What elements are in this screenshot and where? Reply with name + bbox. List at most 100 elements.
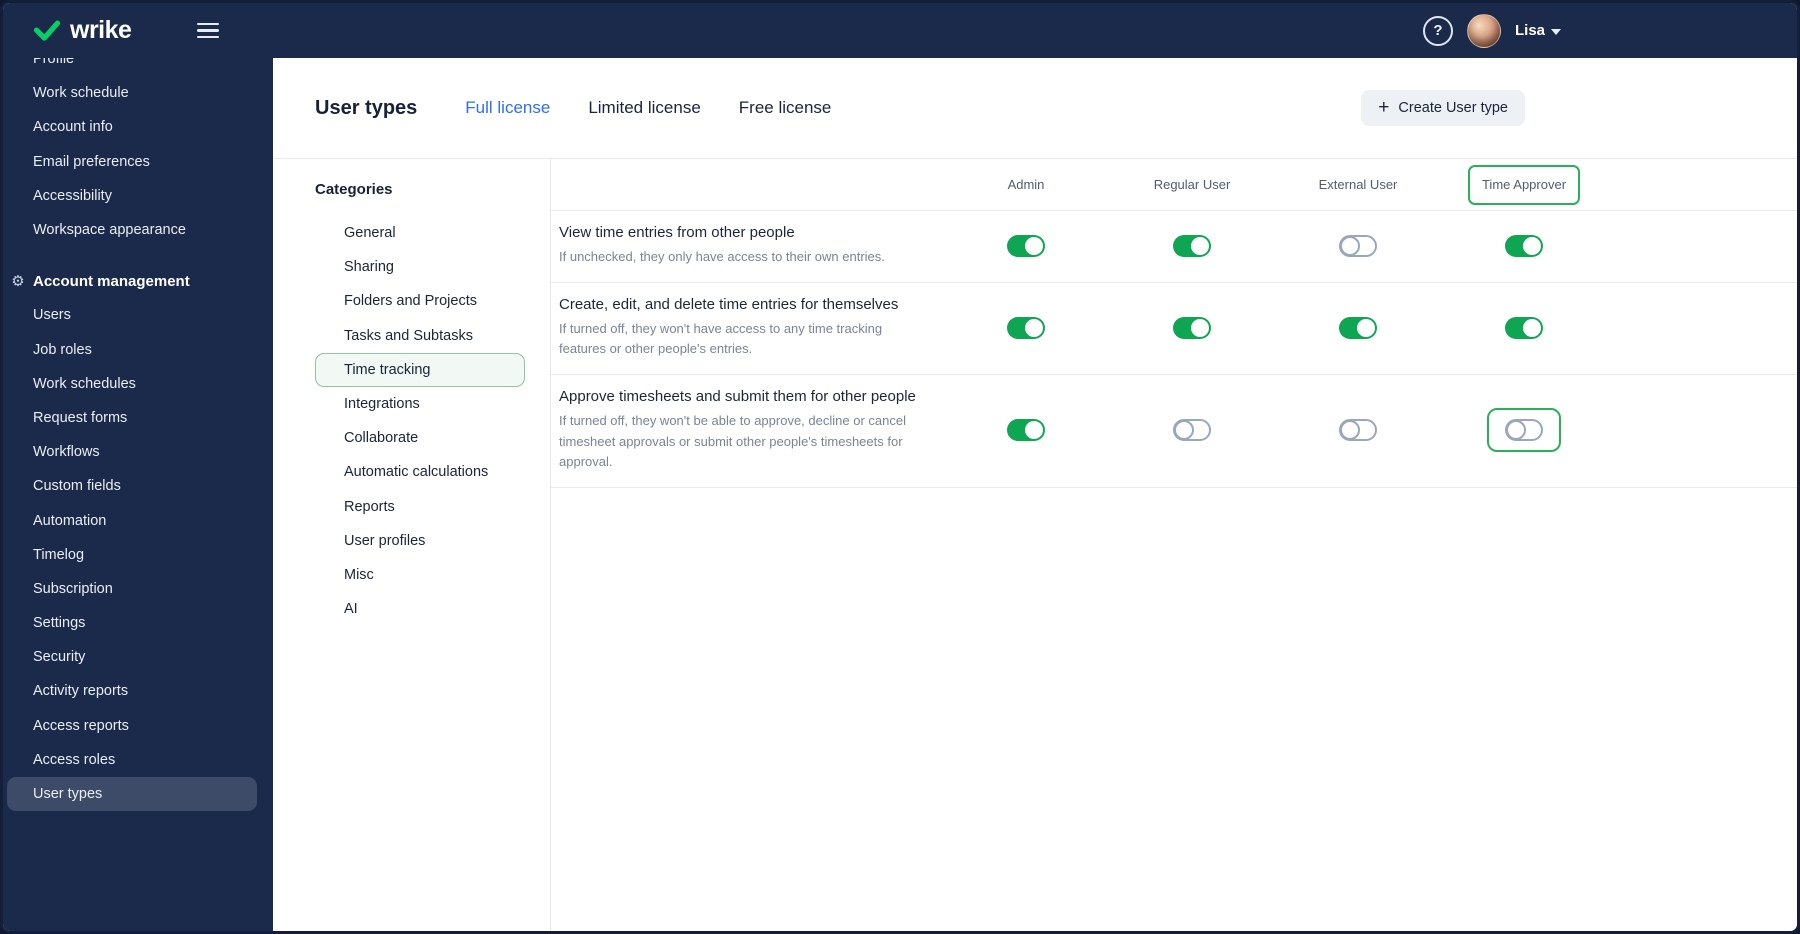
sidebar-item-users[interactable]: Users	[3, 298, 273, 332]
toggle-cell-time-approver	[1441, 408, 1607, 453]
sidebar-item-user-types[interactable]: User types	[7, 776, 257, 812]
sidebar-item-subscription[interactable]: Subscription	[3, 572, 273, 606]
help-icon[interactable]: ?	[1422, 15, 1453, 46]
sidebar-item-workflows[interactable]: Workflows	[3, 435, 273, 469]
top-bar: wrike ? Lisa	[3, 3, 1797, 58]
toggle-cell-admin	[943, 316, 1109, 339]
toggle-cell-regular-user	[1109, 419, 1275, 442]
create-user-type-button[interactable]: + Create User type	[1361, 90, 1525, 126]
sidebar-item-settings[interactable]: Settings	[3, 606, 273, 640]
column-label-external-user: External User	[1318, 177, 1398, 192]
toggle-knob	[1523, 318, 1541, 337]
category-item-sharing[interactable]: Sharing	[315, 250, 525, 284]
header-cell-admin: Admin	[943, 177, 1109, 192]
category-item-time-tracking[interactable]: Time tracking	[315, 352, 525, 387]
toggle-knob	[1025, 318, 1043, 337]
sidebar-item-accessibility[interactable]: Accessibility	[3, 179, 273, 213]
sidebar-item-work-schedules[interactable]: Work schedules	[3, 367, 273, 401]
permission-text: View time entries from other people If un…	[551, 224, 943, 267]
sidebar-item-timelog[interactable]: Timelog	[3, 538, 273, 572]
gear-icon: ⚙	[11, 273, 25, 291]
permission-row-create-edit-and-delete-time-en: Create, edit, and delete time entries fo…	[551, 283, 1797, 376]
sidebar-item-workspace-appearance[interactable]: Workspace appearance	[3, 213, 273, 247]
category-item-collaborate[interactable]: Collaborate	[315, 421, 525, 455]
title-row: User types Full license Limited license Fr…	[273, 58, 1797, 158]
sidebar-item-access-roles[interactable]: Access roles	[3, 743, 273, 777]
highlighted-column-box: Time Approver	[1467, 164, 1581, 205]
toggle-off[interactable]	[1339, 419, 1377, 442]
category-item-reports[interactable]: Reports	[315, 490, 525, 524]
toggle-knob	[1025, 421, 1043, 440]
sidebar-section-label: Account management	[33, 272, 190, 290]
toggle-on[interactable]	[1505, 316, 1543, 339]
toggle-cell-admin	[943, 419, 1109, 442]
sidebar-item-custom-fields[interactable]: Custom fields	[3, 469, 273, 503]
category-item-misc[interactable]: Misc	[315, 558, 525, 592]
permission-description: If turned off, they won't have access to…	[559, 321, 883, 357]
category-item-integrations[interactable]: Integrations	[315, 387, 525, 421]
toggle-knob	[1174, 420, 1194, 441]
header-cell-external-user: External User	[1275, 177, 1441, 192]
column-label-admin: Admin	[1007, 177, 1045, 192]
toggle-on[interactable]	[1173, 234, 1211, 257]
toggle-on[interactable]	[1505, 234, 1543, 257]
toggle-knob	[1191, 318, 1209, 337]
toggle-on[interactable]	[1007, 234, 1045, 257]
menu-icon[interactable]	[197, 22, 220, 39]
avatar[interactable]	[1466, 13, 1501, 48]
category-item-tasks-and-subtasks[interactable]: Tasks and Subtasks	[315, 319, 525, 353]
toggle-on[interactable]	[1173, 316, 1211, 339]
categories-panel: Categories General Sharing Folders and Pro…	[273, 159, 551, 931]
toggle-on[interactable]	[1007, 419, 1045, 442]
sidebar-item-job-roles[interactable]: Job roles	[3, 333, 273, 367]
tab-free-license[interactable]: Free license	[739, 98, 832, 118]
sidebar-section-account-management: ⚙ Account management	[3, 264, 273, 298]
license-tabs: Full license Limited license Free license	[465, 98, 831, 118]
chevron-down-icon	[1551, 28, 1561, 35]
app-window: wrike ? Lisa Profile Work schedule Account…	[0, 0, 1800, 934]
categories-list: General Sharing Folders and Projects Tasks …	[273, 216, 550, 626]
category-item-automatic-calculations[interactable]: Automatic calculations	[315, 455, 525, 489]
permission-title: Create, edit, and delete time entries fo…	[559, 296, 899, 314]
tab-limited-license[interactable]: Limited license	[588, 98, 700, 118]
category-item-folders-and-projects[interactable]: Folders and Projects	[315, 284, 525, 318]
user-menu[interactable]: Lisa	[1515, 22, 1561, 39]
tab-full-license[interactable]: Full license	[465, 98, 550, 118]
toggle-knob	[1025, 236, 1043, 255]
toggle-cell-regular-user	[1109, 316, 1275, 339]
sidebar-item-activity-reports[interactable]: Activity reports	[3, 674, 273, 708]
sidebar-item-access-reports[interactable]: Access reports	[3, 709, 273, 743]
permission-row-view-time-entries-from-other-p: View time entries from other people If un…	[551, 211, 1797, 284]
sidebar-item-work-schedule[interactable]: Work schedule	[3, 76, 273, 110]
toggle-cell-external-user	[1275, 316, 1441, 339]
category-item-user-profiles[interactable]: User profiles	[315, 524, 525, 558]
toggle-on[interactable]	[1339, 316, 1377, 339]
toggle-knob	[1506, 420, 1526, 441]
sidebar-item-automation[interactable]: Automation	[3, 503, 273, 537]
category-item-ai[interactable]: AI	[315, 592, 525, 626]
toggle-cell-time-approver	[1441, 234, 1607, 257]
toggle-off[interactable]	[1505, 419, 1543, 442]
wrike-check-icon	[33, 17, 61, 45]
table-header: Admin Regular User External User Time Appro…	[551, 159, 1797, 211]
permission-description: If unchecked, they only have access to t…	[559, 249, 885, 264]
toggle-on[interactable]	[1007, 316, 1045, 339]
toggle-knob	[1340, 235, 1360, 256]
toggle-knob	[1340, 420, 1360, 441]
sidebar-item-request-forms[interactable]: Request forms	[3, 401, 273, 435]
user-name: Lisa	[1514, 22, 1545, 39]
sidebar-item-profile[interactable]: Profile	[3, 58, 273, 76]
sidebar-item-email-preferences[interactable]: Email preferences	[3, 145, 273, 179]
permission-title: View time entries from other people	[559, 224, 795, 241]
sidebar-item-account-info[interactable]: Account info	[3, 110, 273, 144]
permission-title: Approve timesheets and submit them for o…	[559, 388, 916, 406]
toggle-knob	[1523, 236, 1541, 255]
category-item-general[interactable]: General	[315, 216, 525, 250]
sidebar-item-security[interactable]: Security	[3, 640, 273, 674]
main-content: User types Full license Limited license Fr…	[273, 58, 1797, 931]
toggle-off[interactable]	[1173, 419, 1211, 442]
toggle-cell-time-approver	[1441, 316, 1607, 339]
toggle-cell-external-user	[1275, 234, 1441, 257]
toggle-off[interactable]	[1339, 234, 1377, 257]
toggle-cell-admin	[943, 234, 1109, 257]
